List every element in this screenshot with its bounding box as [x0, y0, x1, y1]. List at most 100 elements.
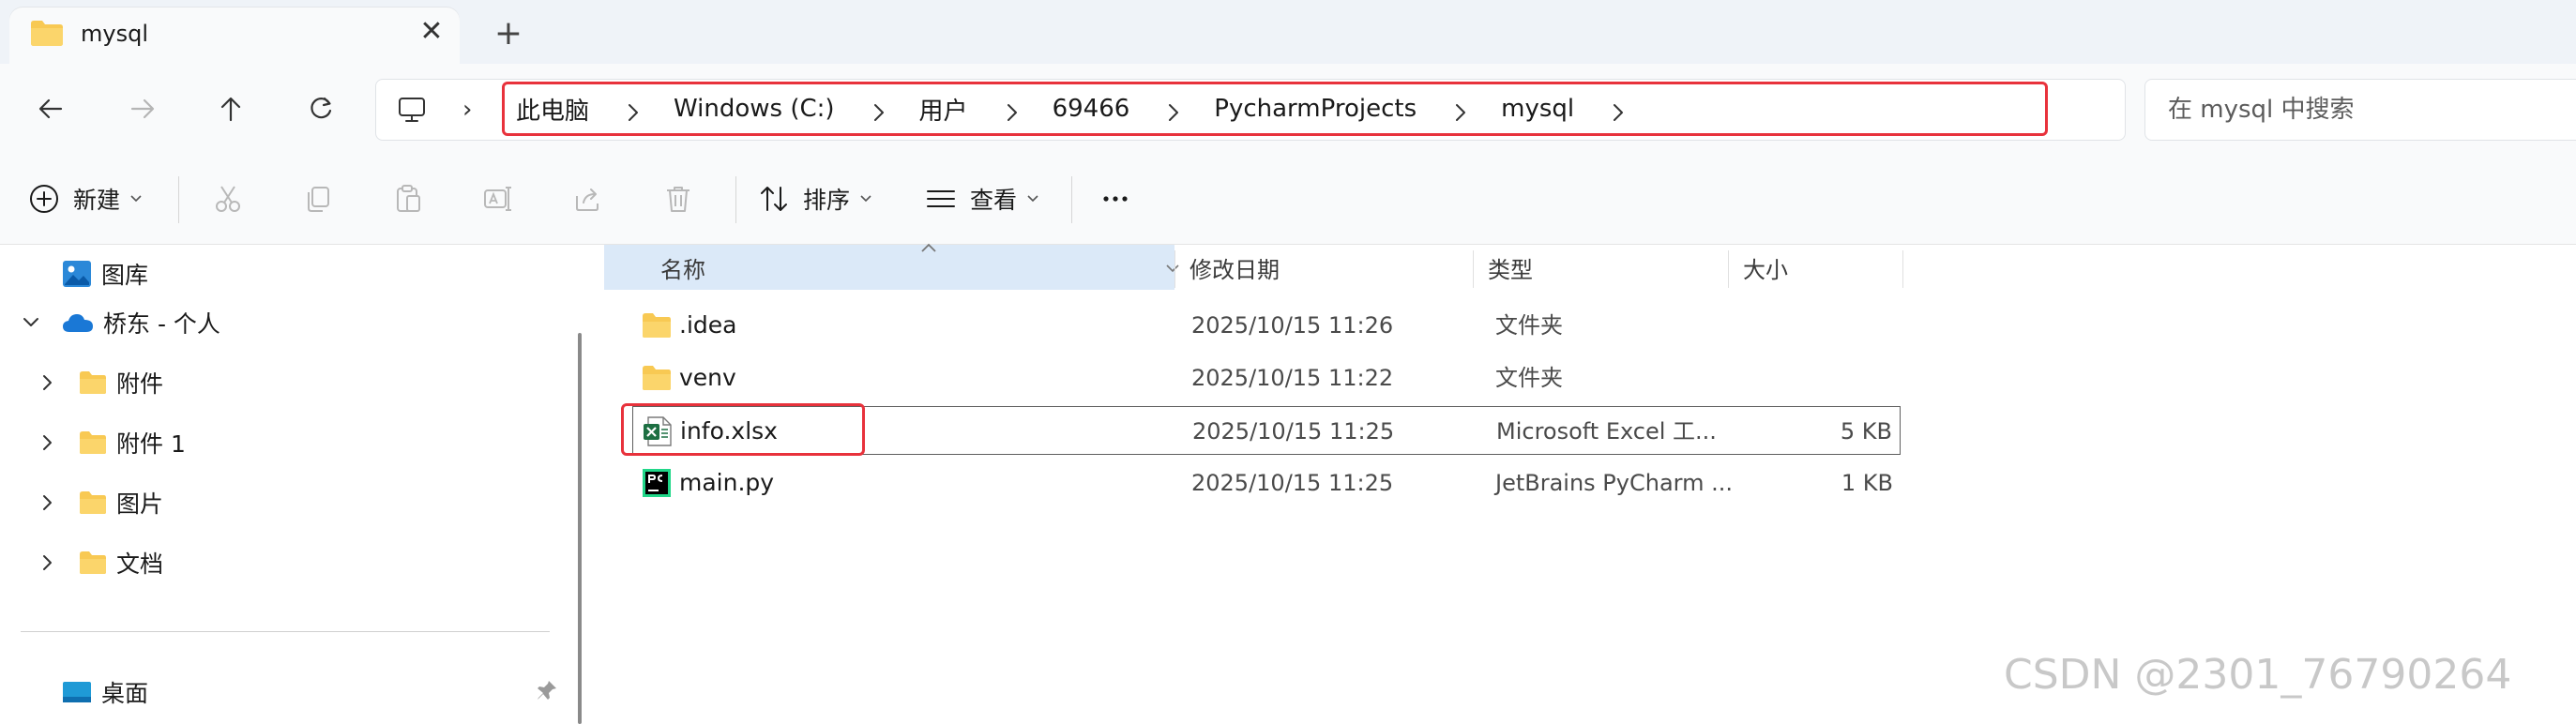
tab-mysql[interactable]: mysql ✕	[9, 8, 460, 64]
column-divider[interactable]	[1174, 250, 1175, 288]
breadcrumb-item[interactable]: Windows (C:)	[674, 95, 835, 123]
navigation-pane: 图库 桥东 - 个人 附件 附件 1 图片 文档 桌面	[0, 245, 568, 724]
search-input[interactable]	[2166, 89, 2564, 130]
column-size-label: 大小	[1743, 256, 1788, 283]
new-tab-button[interactable]: +	[488, 13, 529, 54]
chevron-down-icon	[130, 195, 142, 203]
breadcrumb-item[interactable]: 69466	[1053, 95, 1130, 123]
file-type: 文件夹	[1495, 312, 1563, 339]
chevron-right-icon[interactable]	[36, 490, 60, 515]
column-divider[interactable]	[1473, 250, 1474, 288]
chevron-right-icon[interactable]: ›	[462, 89, 472, 130]
column-modified-label: 修改日期	[1190, 256, 1280, 283]
chevron-right-icon[interactable]	[36, 430, 60, 455]
folder-icon	[31, 21, 63, 46]
chevron-right-icon[interactable]	[1612, 102, 1625, 121]
forward-button[interactable]	[116, 84, 169, 133]
toolbar-divider	[1071, 176, 1072, 223]
sidebar-scrollbar-thumb[interactable]	[578, 333, 582, 724]
sidebar-item-pictures[interactable]: 图片	[79, 479, 163, 526]
chevron-right-icon[interactable]	[1167, 102, 1180, 121]
column-divider[interactable]	[1728, 250, 1729, 288]
refresh-button[interactable]	[295, 84, 347, 133]
pin-icon[interactable]	[535, 678, 559, 702]
breadcrumb: 此电脑 Windows (C:) 用户 69466 PycharmProject…	[502, 82, 2048, 136]
plus-circle-icon	[30, 185, 58, 213]
column-divider[interactable]	[1902, 250, 1903, 288]
sidebar-item-attachments[interactable]: 附件	[79, 359, 163, 406]
address-bar[interactable]: › 此电脑 Windows (C:) 用户 69466 PycharmProje…	[375, 79, 2126, 141]
new-button[interactable]: 新建	[28, 174, 143, 223]
column-header: 名称 修改日期 类型 大小	[604, 243, 1903, 290]
file-size: 5 KB	[1840, 418, 1892, 445]
column-type[interactable]: 类型	[1475, 245, 1728, 290]
arrow-up-icon	[220, 97, 241, 122]
computer-icon	[399, 98, 425, 122]
chevron-right-icon[interactable]	[872, 102, 886, 121]
trash-icon	[667, 187, 689, 212]
file-size: 1 KB	[1841, 470, 1893, 496]
close-icon[interactable]: ✕	[413, 13, 450, 51]
file-row-idea[interactable]: .idea 2025/10/15 11:26 文件夹	[632, 301, 1901, 350]
column-type-label: 类型	[1488, 256, 1533, 283]
copy-icon	[308, 187, 329, 212]
sidebar-item-gallery[interactable]: 图库	[62, 250, 148, 297]
column-size[interactable]: 大小	[1730, 245, 1899, 290]
share-button[interactable]	[572, 174, 604, 223]
cut-button[interactable]	[212, 174, 244, 223]
clipboard-icon	[397, 185, 420, 212]
sidebar-item-attachments-1[interactable]: 附件 1	[79, 419, 186, 466]
toolbar-divider	[178, 176, 179, 223]
breadcrumb-item[interactable]: 此电脑	[516, 92, 589, 127]
file-type: 文件夹	[1495, 365, 1563, 391]
sidebar-divider	[21, 631, 550, 632]
folder-icon	[80, 371, 106, 394]
paste-button[interactable]	[392, 174, 424, 223]
chevron-right-icon[interactable]	[36, 370, 60, 395]
sort-ascending-icon	[921, 243, 936, 252]
breadcrumb-item[interactable]: mysql	[1501, 95, 1574, 123]
breadcrumb-item[interactable]: PycharmProjects	[1214, 95, 1417, 123]
file-name: .idea	[679, 311, 737, 339]
sidebar-item-documents[interactable]: 文档	[79, 539, 163, 586]
refresh-icon	[311, 97, 332, 119]
share-icon	[576, 189, 599, 211]
sidebar-item-label: 附件	[116, 370, 164, 398]
folder-icon	[643, 313, 671, 338]
rename-button[interactable]	[482, 174, 514, 223]
watermark: CSDN @2301_76790264	[2004, 651, 2512, 699]
file-row-venv[interactable]: venv 2025/10/15 11:22 文件夹	[632, 354, 1901, 402]
more-options-button[interactable]	[1099, 174, 1131, 223]
chevron-right-icon[interactable]	[1006, 102, 1019, 121]
delete-button[interactable]	[662, 174, 694, 223]
new-button-label: 新建	[73, 187, 121, 214]
sidebar-item-desktop[interactable]: 桌面	[62, 669, 148, 716]
command-bar: 新建 排序 查看	[0, 154, 2576, 245]
chevron-down-icon	[1027, 195, 1038, 203]
sidebar-item-label: 附件 1	[116, 430, 186, 458]
copy-button[interactable]	[302, 174, 334, 223]
file-row-main-py[interactable]: main.py 2025/10/15 11:25 JetBrains PyCha…	[632, 459, 1901, 507]
address-row: › 此电脑 Windows (C:) 用户 69466 PycharmProje…	[0, 64, 2576, 154]
sort-button-label: 排序	[803, 187, 851, 214]
chevron-down-icon[interactable]	[19, 310, 43, 335]
scissors-icon	[216, 186, 240, 212]
breadcrumb-item[interactable]: 用户	[919, 92, 968, 127]
sort-button[interactable]: 排序	[758, 174, 872, 223]
up-button[interactable]	[205, 84, 257, 133]
folder-icon	[80, 491, 106, 514]
view-button[interactable]: 查看	[925, 174, 1039, 223]
back-button[interactable]	[24, 84, 77, 133]
column-name[interactable]: 名称	[604, 245, 1174, 290]
pycharm-file-icon	[643, 469, 671, 497]
tab-title: mysql	[81, 21, 148, 47]
chevron-right-icon[interactable]	[627, 102, 640, 121]
chevron-right-icon[interactable]	[1454, 102, 1467, 121]
sidebar-item-label: 文档	[116, 551, 164, 578]
sidebar-item-onedrive[interactable]: 桥东 - 个人	[62, 299, 220, 346]
column-modified[interactable]: 修改日期	[1176, 245, 1473, 290]
onedrive-cloud-icon	[63, 314, 93, 332]
toolbar-divider	[735, 176, 736, 223]
chevron-right-icon[interactable]	[36, 551, 60, 575]
file-type: Microsoft Excel 工...	[1496, 418, 1717, 445]
